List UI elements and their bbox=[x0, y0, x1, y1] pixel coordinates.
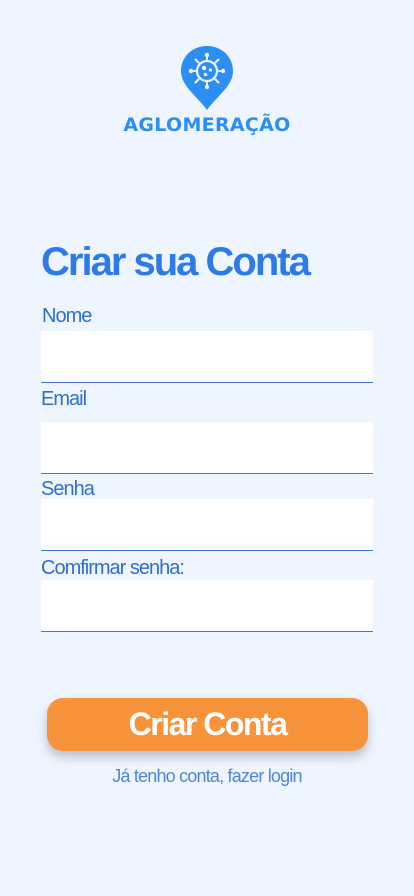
password-label: Senha bbox=[41, 478, 95, 500]
confirm-password-input[interactable] bbox=[41, 580, 373, 632]
name-input[interactable] bbox=[41, 331, 373, 383]
confirm-password-label: Comfirmar senha: bbox=[41, 557, 185, 579]
brand-name: AGLOMERAÇÃO bbox=[123, 114, 291, 136]
app-logo: AGLOMERAÇÃO bbox=[0, 44, 414, 136]
name-label: Nome bbox=[42, 305, 92, 327]
page-title: Criar sua Conta bbox=[41, 240, 311, 284]
password-input[interactable] bbox=[41, 499, 373, 551]
email-input[interactable] bbox=[41, 422, 373, 474]
virus-location-pin-icon bbox=[181, 46, 233, 110]
login-link[interactable]: Já tenho conta, fazer login bbox=[0, 766, 414, 787]
create-account-button[interactable]: Criar Conta bbox=[47, 698, 368, 751]
email-label: Email bbox=[41, 388, 87, 410]
